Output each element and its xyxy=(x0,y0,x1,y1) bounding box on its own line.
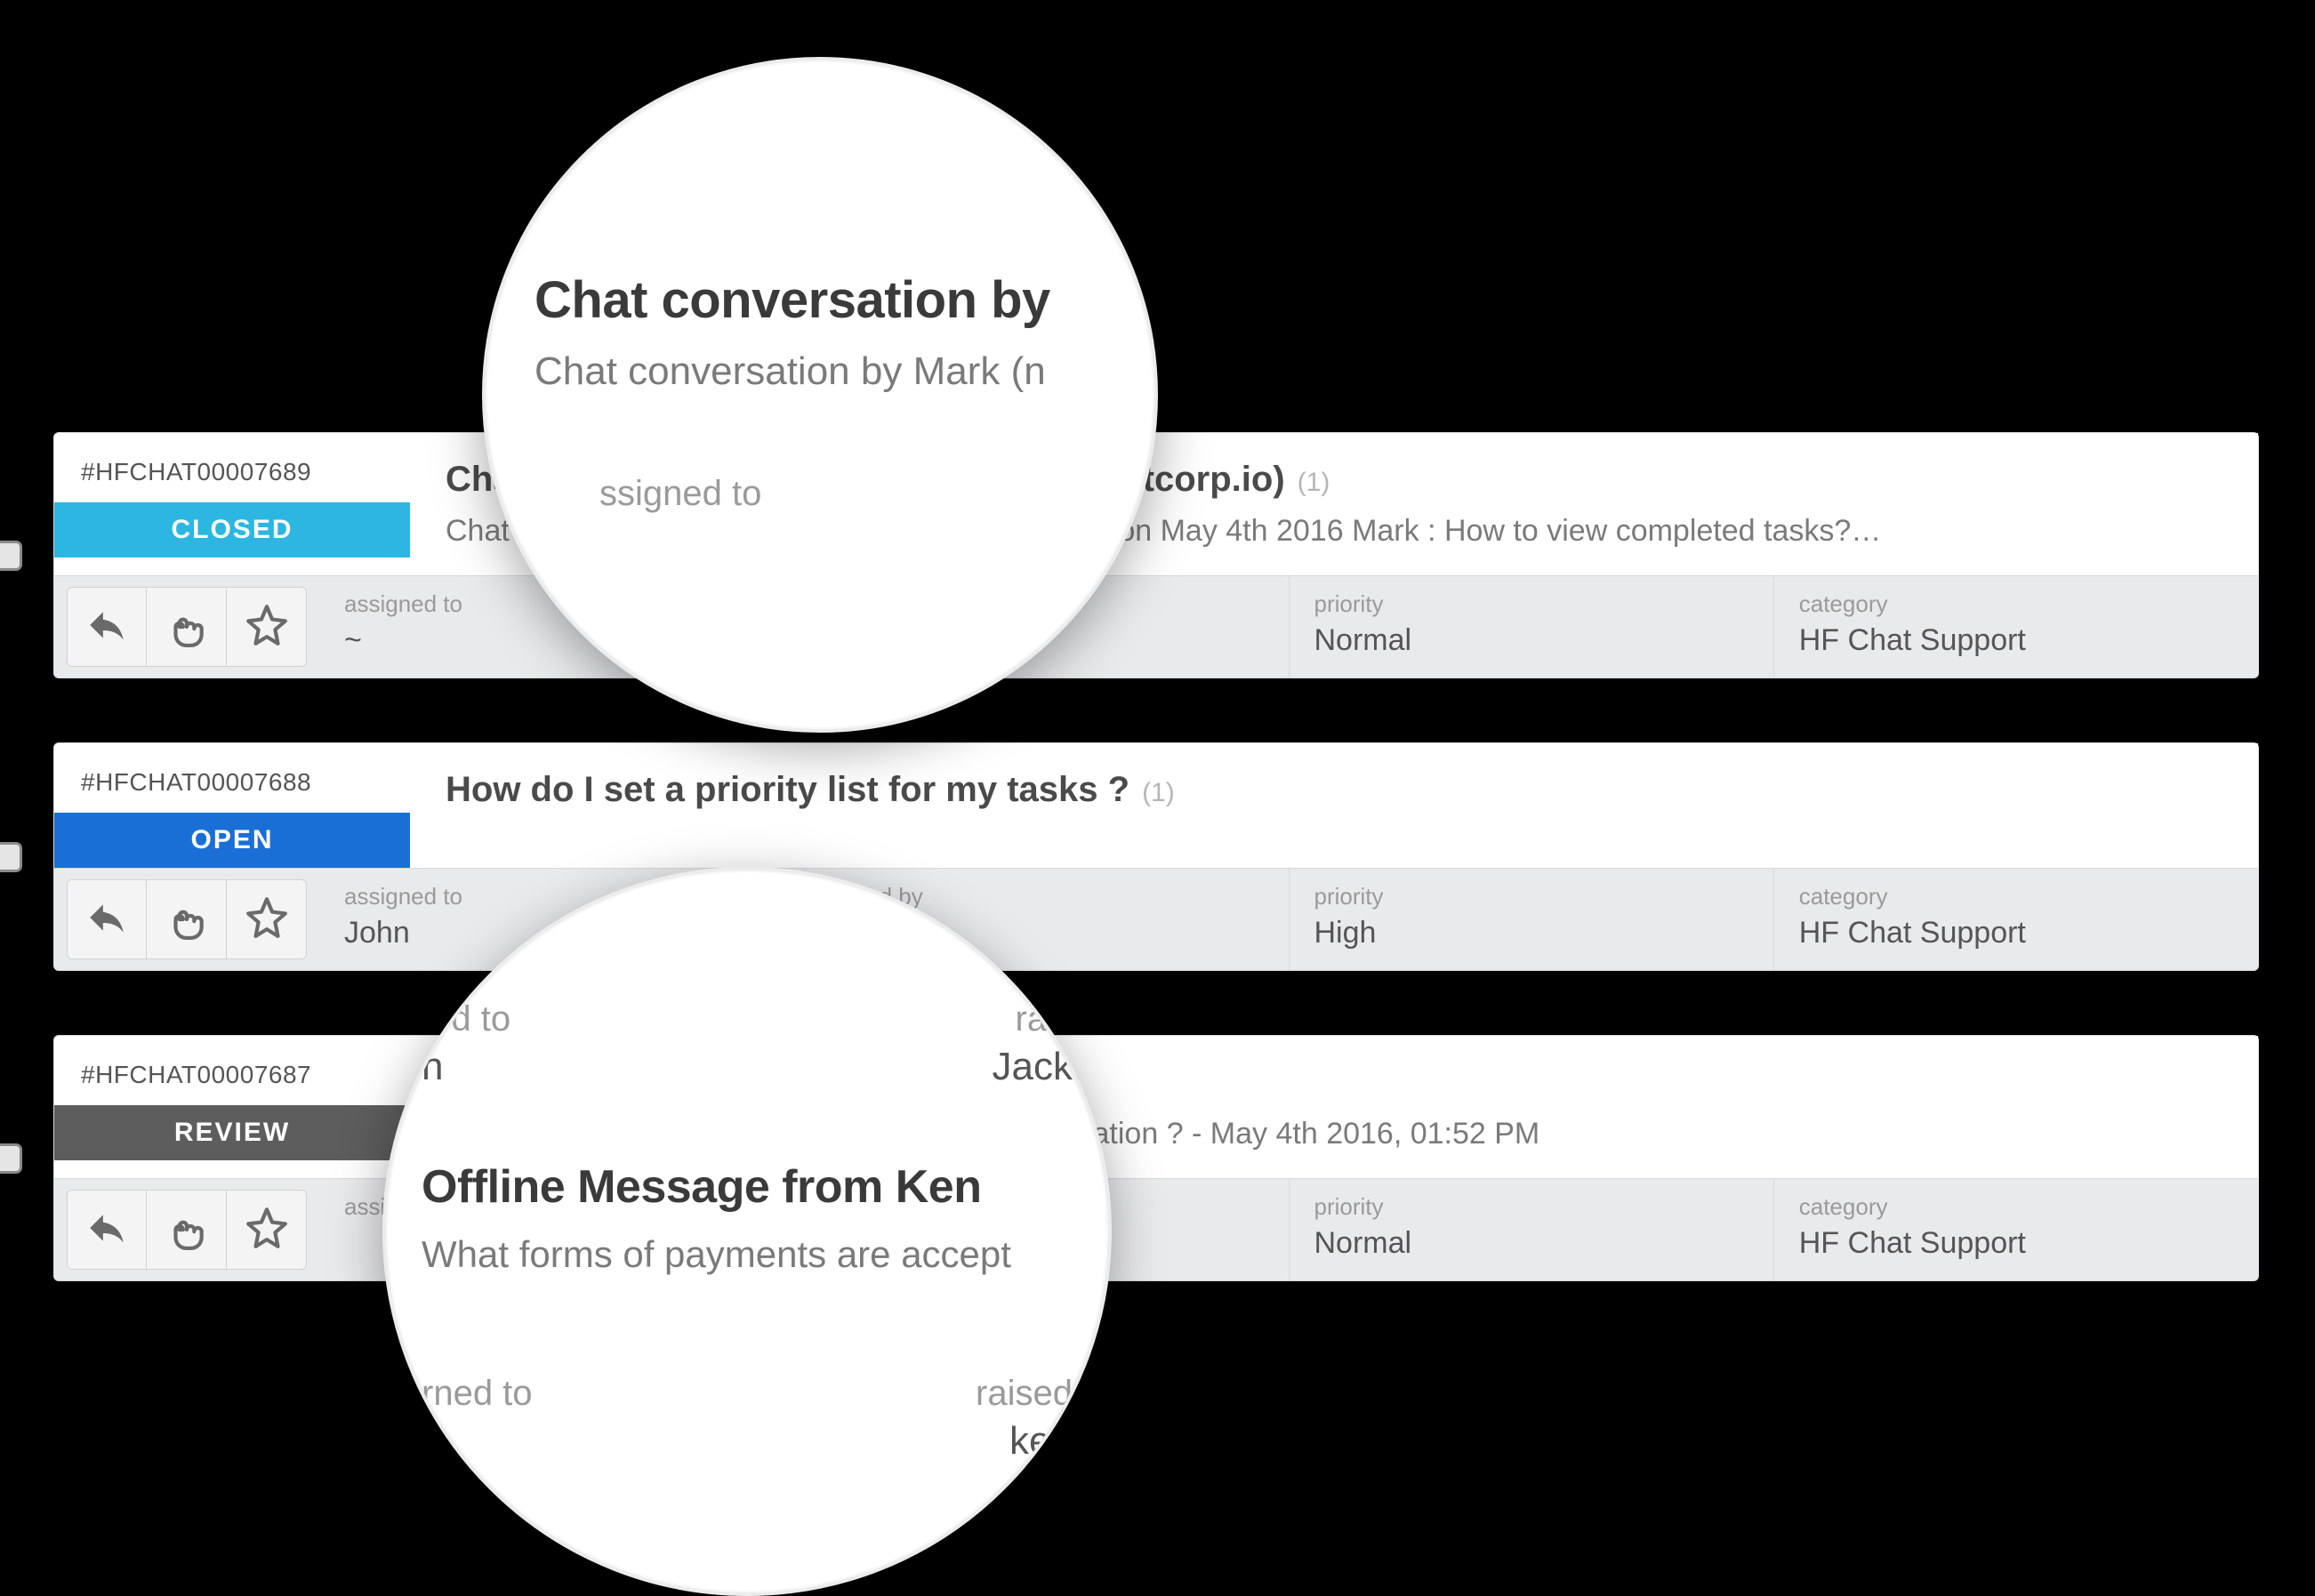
star-icon xyxy=(245,895,289,944)
status-badge: REVIEW xyxy=(54,1105,410,1160)
magnifier-top-subtitle: Chat conversation by Mark (n xyxy=(521,349,1119,394)
star-button[interactable] xyxy=(227,879,307,959)
magnifier-bottom-assigned-value: n xyxy=(422,1045,747,1089)
reply-icon xyxy=(84,1206,129,1255)
magnifier-bottom: ted to n rais Jack Offline Message from … xyxy=(382,867,1112,1596)
reply-button[interactable] xyxy=(67,879,147,959)
reply-button[interactable] xyxy=(67,1190,147,1270)
priority-value: Normal xyxy=(1314,1226,1748,1261)
priority-label: priority xyxy=(1314,590,1748,618)
ticket-count: (1) xyxy=(1142,778,1175,808)
ticket-id: #HFCHAT00007688 xyxy=(54,768,410,813)
category-label: category xyxy=(1799,590,2233,618)
priority-value: High xyxy=(1314,916,1748,950)
ticket-card[interactable]: #HFCHAT00007689 CLOSED Chat conversation… xyxy=(53,432,2259,678)
magnifier-top-meta-label: ssigned to xyxy=(599,474,1119,514)
star-button[interactable] xyxy=(227,587,307,667)
ticket-count: (1) xyxy=(1298,468,1330,498)
category-label: category xyxy=(1799,1193,2233,1221)
category-value: HF Chat Support xyxy=(1799,1226,2233,1261)
star-icon xyxy=(245,1206,289,1255)
reply-button[interactable] xyxy=(67,587,147,667)
hand-icon xyxy=(165,603,209,652)
grab-button[interactable] xyxy=(147,587,227,667)
ticket-id: #HFCHAT00007687 xyxy=(54,1061,410,1105)
status-badge: OPEN xyxy=(54,813,410,868)
ticket-id: #HFCHAT00007689 xyxy=(54,458,410,502)
category-value: HF Chat Support xyxy=(1799,623,2233,658)
magnifier-bottom-raised2-value: ken xyxy=(747,1419,1073,1464)
select-checkbox[interactable] xyxy=(0,541,22,571)
select-checkbox[interactable] xyxy=(0,1143,22,1174)
status-badge: CLOSED xyxy=(54,502,410,557)
reply-icon xyxy=(84,895,129,944)
magnifier-bottom-assigned2-label: rned to xyxy=(422,1374,747,1414)
magnifier-top: Chat conversation by Chat conversation b… xyxy=(482,57,1158,733)
magnifier-bottom-raised2-label: raised xyxy=(747,1374,1073,1414)
star-icon xyxy=(245,603,289,652)
grab-button[interactable] xyxy=(147,1190,227,1270)
hand-icon xyxy=(165,1206,209,1255)
priority-value: Normal xyxy=(1314,623,1748,658)
category-value: HF Chat Support xyxy=(1799,916,2233,950)
magnifier-bottom-raised-value: Jack xyxy=(747,1045,1073,1089)
category-label: category xyxy=(1799,883,2233,910)
ticket-card[interactable]: #HFCHAT00007688 OPEN How do I set a prio… xyxy=(53,742,2259,971)
hand-icon xyxy=(165,895,209,944)
grab-button[interactable] xyxy=(147,879,227,959)
priority-label: priority xyxy=(1314,1193,1748,1221)
star-button[interactable] xyxy=(227,1190,307,1270)
priority-label: priority xyxy=(1314,883,1748,910)
magnifier-bottom-title: Offline Message from Ken xyxy=(422,1160,1073,1214)
ticket-title[interactable]: How do I set a priority list for my task… xyxy=(446,770,1129,810)
select-checkbox[interactable] xyxy=(0,842,22,872)
reply-icon xyxy=(84,603,129,652)
magnifier-top-title: Chat conversation by xyxy=(521,270,1119,330)
magnifier-bottom-subtitle: What forms of payments are accept xyxy=(422,1233,1073,1276)
magnifier-bottom-assigned-label: ted to xyxy=(422,999,747,1039)
magnifier-bottom-raised-label: rais xyxy=(747,999,1073,1039)
